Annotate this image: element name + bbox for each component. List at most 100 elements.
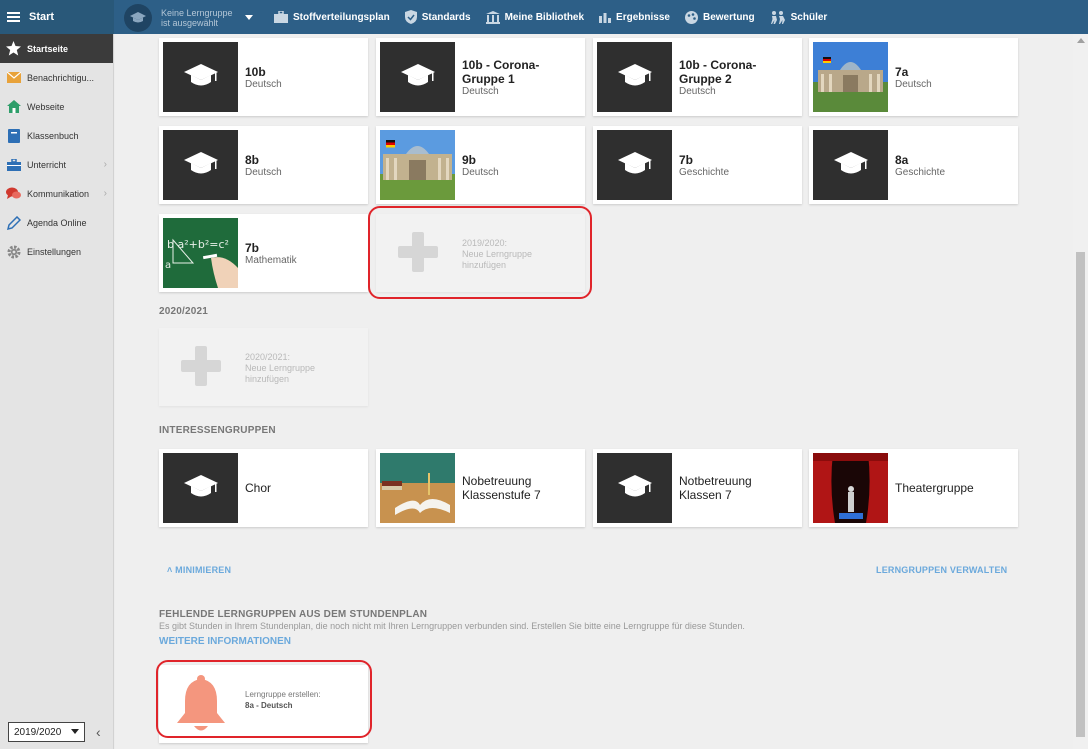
group-subject: Deutsch — [462, 86, 499, 97]
sidebar-item-agenda-online[interactable]: Agenda Online — [0, 208, 113, 237]
group-subject: Deutsch — [462, 167, 499, 178]
group-card[interactable]: 10b - Corona-Gruppe 2 Deutsch — [593, 38, 802, 116]
interest-group-card[interactable]: Chor — [159, 449, 368, 527]
chevron-down-icon — [71, 729, 79, 734]
students-icon — [770, 10, 785, 24]
group-title: 10b - Corona-Gruppe 2 — [679, 58, 757, 86]
nav-label: Meine Bibliothek — [504, 11, 585, 23]
sidebar-item-label: Unterricht — [27, 159, 67, 170]
interest-group-card[interactable]: Notbetreuung Klassen 7 — [593, 449, 802, 527]
group-title: Notbetreuung Klassen 7 — [679, 474, 752, 502]
add-year: 2020/2021: — [245, 352, 291, 362]
chevron-right-icon: › — [103, 159, 107, 170]
sidebar-item-label: Kommunikation — [27, 188, 90, 199]
group-card[interactable]: 8b Deutsch — [159, 126, 368, 204]
group-card[interactable]: 10b Deutsch — [159, 38, 368, 116]
graduation-cap-icon — [124, 3, 152, 32]
more-info-link[interactable]: WEITERE INFORMATIONEN — [159, 636, 291, 647]
sidebar-item-startseite[interactable]: Startseite — [0, 34, 113, 63]
nav-label: Schüler — [790, 11, 828, 23]
group-card[interactable]: b a²+b²=c² a 7b Mathematik — [159, 214, 368, 292]
star-icon — [6, 41, 21, 56]
nav-meine-bibliothek[interactable]: Meine Bibliothek — [485, 10, 585, 24]
group-card[interactable]: 10b - Corona-Gruppe 1 Deutsch — [376, 38, 585, 116]
sidebar-item-kommunikation[interactable]: Kommunikation › — [0, 179, 113, 208]
sidebar-item-unterricht[interactable]: Unterricht › — [0, 150, 113, 179]
interest-group-card[interactable]: Theatergruppe — [809, 449, 1018, 527]
graduation-cap-icon — [380, 42, 455, 112]
start-menu-button[interactable]: Start — [0, 0, 114, 34]
group-title: 10b - Corona-Gruppe 1 — [462, 58, 540, 86]
sidebar-item-einstellungen[interactable]: Einstellungen — [0, 237, 113, 266]
reichstag-image — [813, 42, 888, 112]
graduation-cap-icon — [597, 453, 672, 523]
sidebar-item-webseite[interactable]: Webseite — [0, 92, 113, 121]
sidebar: Startseite Benachrichtigu... Webseite Kl… — [0, 34, 114, 749]
add-label: Neue Lerngruppe hinzufügen — [245, 363, 316, 384]
highlight-box — [156, 660, 372, 738]
main-navigation: Stoffverteilungsplan Standards Meine Bib… — [274, 0, 842, 34]
nav-label: Standards — [421, 11, 471, 23]
main-content: 10b Deutsch 10b - Corona-Gruppe 1 Deutsc… — [115, 34, 1073, 749]
manage-groups-button[interactable]: LERNGRUPPEN VERWALTEN — [876, 565, 1007, 575]
sidebar-item-klassenbuch[interactable]: Klassenbuch — [0, 121, 113, 150]
book-icon — [6, 128, 21, 143]
minimize-button[interactable]: ˄ MINIMIEREN — [167, 565, 231, 575]
group-title: Nobetreuung Klassenstufe 7 — [462, 474, 541, 502]
graduation-cap-icon — [597, 42, 672, 112]
group-title: Theatergruppe — [895, 481, 974, 495]
group-subject: Deutsch — [895, 79, 932, 90]
sidebar-item-benachrichtigungen[interactable]: Benachrichtigu... — [0, 63, 113, 92]
interest-group-card[interactable]: Nobetreuung Klassenstufe 7 — [376, 449, 585, 527]
start-label: Start — [29, 11, 55, 23]
chevron-right-icon: › — [103, 188, 107, 199]
nav-standards[interactable]: Standards — [404, 10, 471, 24]
learning-group-selector[interactable]: Keine Lerngruppe ist ausgewählt — [124, 3, 253, 32]
collapse-sidebar-icon[interactable]: ‹ — [96, 724, 101, 740]
section-heading-interest: INTERESSENGRUPPEN — [159, 425, 276, 436]
graduation-cap-icon — [163, 130, 238, 200]
nav-bewertung[interactable]: Bewertung — [684, 10, 755, 24]
nav-label: Stoffverteilungsplan — [293, 11, 390, 23]
missing-groups-heading: FEHLENDE LERNGRUPPEN AUS DEM STUNDENPLAN — [159, 609, 428, 620]
group-title: 7a — [895, 65, 909, 79]
group-title: 7b — [679, 153, 694, 167]
scroll-up-arrow-icon[interactable] — [1077, 38, 1085, 43]
sidebar-item-label: Agenda Online — [27, 217, 87, 228]
sidebar-item-label: Einstellungen — [27, 246, 82, 257]
sidebar-item-label: Klassenbuch — [27, 130, 79, 141]
scrollbar-thumb[interactable] — [1076, 252, 1085, 737]
group-subject: Mathematik — [245, 255, 297, 266]
nav-stoffverteilungsplan[interactable]: Stoffverteilungsplan — [274, 11, 390, 23]
group-title: 8a — [895, 153, 909, 167]
chevron-down-icon — [245, 15, 253, 20]
group-card[interactable]: 7a Deutsch — [809, 38, 1018, 116]
graduation-cap-icon — [597, 130, 672, 200]
reichstag-image — [380, 130, 455, 200]
group-card[interactable]: 8a Geschichte — [809, 126, 1018, 204]
books-classroom-image — [380, 453, 455, 523]
sidebar-item-label: Benachrichtigu... — [27, 72, 95, 83]
missing-groups-description: Es gibt Stunden in Ihrem Stundenplan, di… — [159, 621, 745, 631]
nav-schueler[interactable]: Schüler — [770, 10, 828, 24]
nav-ergebnisse[interactable]: Ergebnisse — [599, 11, 670, 23]
sidebar-item-label: Webseite — [27, 101, 65, 112]
briefcase-icon — [6, 157, 21, 172]
group-title: 7b — [245, 241, 260, 255]
school-year-select[interactable]: 2019/2020 — [8, 722, 85, 742]
group-title: 10b — [245, 65, 266, 79]
house-icon — [6, 99, 21, 114]
top-bar: Start Keine Lerngruppe ist ausgewählt St… — [0, 0, 1088, 34]
add-group-text: 2020/2021: Neue Lerngruppe hinzufügen — [245, 352, 355, 385]
group-card[interactable]: 9b Deutsch — [376, 126, 585, 204]
add-group-card-2020[interactable]: 2020/2021: Neue Lerngruppe hinzufügen — [159, 328, 368, 406]
group-title: Chor — [245, 481, 272, 495]
plus-icon — [181, 346, 221, 386]
chat-icon — [6, 186, 21, 201]
palette-icon — [684, 10, 698, 24]
gear-icon — [6, 244, 21, 259]
envelope-icon — [6, 70, 21, 85]
group-card[interactable]: 7b Geschichte — [593, 126, 802, 204]
vertical-scrollbar[interactable] — [1073, 34, 1088, 749]
chevron-up-icon: ˄ — [167, 565, 176, 575]
